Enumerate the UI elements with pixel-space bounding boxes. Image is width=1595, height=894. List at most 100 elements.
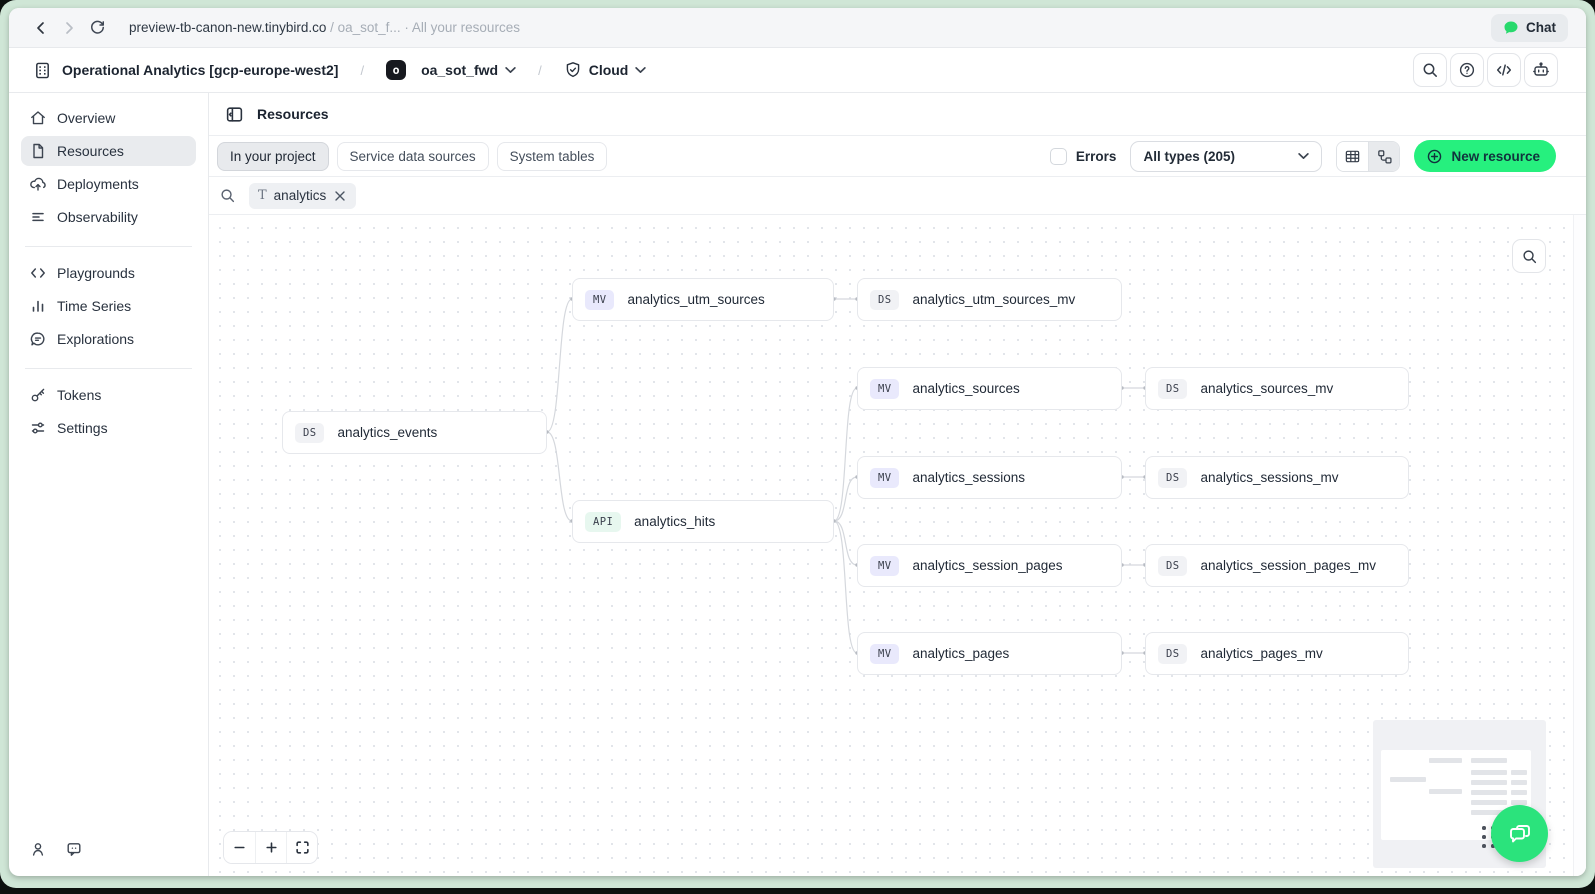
- sidebar-item-label: Settings: [57, 420, 108, 436]
- node-label: analytics_sessions: [912, 470, 1026, 485]
- graph-node[interactable]: MV analytics_session_pages: [857, 544, 1122, 587]
- home-icon: [31, 111, 45, 125]
- graph-node[interactable]: DS analytics_events: [282, 411, 547, 454]
- forward-button[interactable]: [55, 14, 83, 42]
- fit-view-button[interactable]: [286, 832, 317, 863]
- browser-bar: preview-tb-canon-new.tinybird.co / oa_so…: [9, 8, 1586, 48]
- chat-button[interactable]: Chat: [1491, 13, 1568, 42]
- sidebar-item-overview[interactable]: Overview: [21, 103, 196, 133]
- sidebar-divider: [25, 246, 192, 247]
- url-text: preview-tb-canon-new.tinybird.co / oa_so…: [129, 20, 520, 35]
- sidebar-divider: [25, 368, 192, 369]
- sidebar-item-label: Tokens: [57, 387, 102, 403]
- sidebar-item-observability[interactable]: Observability: [21, 202, 196, 232]
- graph-node[interactable]: MV analytics_sessions: [857, 456, 1122, 499]
- zoom-out-button[interactable]: [224, 832, 255, 863]
- panel-left-icon: [226, 106, 243, 122]
- code-button[interactable]: [1487, 53, 1521, 87]
- table-view-button[interactable]: [1337, 141, 1369, 171]
- sidebar-item-explorations[interactable]: Explorations: [21, 324, 196, 354]
- bot-button[interactable]: [1524, 53, 1558, 87]
- zoom-in-button[interactable]: [255, 832, 286, 863]
- remove-filter-button[interactable]: [333, 189, 347, 203]
- tab-in-your-project[interactable]: In your project: [217, 141, 329, 171]
- graph-node[interactable]: DS analytics_pages_mv: [1145, 632, 1409, 675]
- scrollbar-track[interactable]: [1573, 215, 1586, 876]
- help-button[interactable]: [1450, 53, 1484, 87]
- sidebar-item-label: Time Series: [57, 298, 132, 314]
- back-button[interactable]: [27, 14, 55, 42]
- search-filter-chip[interactable]: T analytics: [249, 182, 357, 209]
- sidebar-footer: [21, 834, 196, 866]
- collapse-sidebar-button[interactable]: [225, 105, 244, 124]
- chevron-down-icon: [1298, 153, 1310, 159]
- refresh-button[interactable]: [83, 14, 111, 42]
- graph-node[interactable]: MV analytics_sources: [857, 367, 1122, 410]
- feedback-icon: [67, 843, 81, 856]
- minimap-node: [1511, 790, 1527, 795]
- node-type-badge: MV: [870, 643, 900, 664]
- sidebar-item-label: Playgrounds: [57, 265, 135, 281]
- sidebar-item-tokens[interactable]: Tokens: [21, 380, 196, 410]
- errors-checkbox[interactable]: [1049, 147, 1067, 165]
- environment-name: Cloud: [588, 62, 629, 78]
- fullscreen-icon: [295, 841, 309, 854]
- key-icon: [31, 388, 45, 402]
- minus-icon: [234, 846, 245, 849]
- sidebar-item-label: Explorations: [57, 331, 135, 347]
- errors-filter[interactable]: Errors: [1049, 147, 1117, 165]
- type-filter-value: All types (205): [1143, 148, 1235, 164]
- text-filter-icon: T: [258, 188, 267, 203]
- graph-node[interactable]: MV analytics_pages: [857, 632, 1122, 675]
- user-button[interactable]: [29, 840, 47, 858]
- sidebar-item-time-series[interactable]: Time Series: [21, 291, 196, 321]
- graph-node[interactable]: DS analytics_sources_mv: [1145, 367, 1409, 410]
- resources-header: Resources: [209, 93, 1586, 136]
- branch-badge: o: [386, 60, 407, 80]
- sidebar-item-deployments[interactable]: Deployments: [21, 169, 196, 199]
- code-brackets-icon: [31, 268, 45, 278]
- new-resource-button[interactable]: New resource: [1414, 140, 1556, 172]
- search-icon: [221, 189, 235, 203]
- chevron-down-icon: [505, 67, 516, 73]
- close-icon: [335, 190, 345, 201]
- new-resource-label: New resource: [1451, 148, 1540, 164]
- tab-service-data-sources[interactable]: Service data sources: [336, 141, 489, 171]
- path-separator: /: [538, 62, 542, 78]
- graph-node[interactable]: DS analytics_utm_sources_mv: [857, 278, 1122, 321]
- url-path: / oa_sot_f... · All your resources: [326, 20, 520, 35]
- branch-selector[interactable]: o oa_sot_fwd: [386, 60, 516, 80]
- graph-node[interactable]: API analytics_hits: [572, 500, 834, 543]
- chat-button-label: Chat: [1526, 20, 1556, 35]
- graph-node[interactable]: MV analytics_utm_sources: [572, 278, 834, 321]
- type-filter-select[interactable]: All types (205): [1130, 140, 1323, 172]
- sidebar-item-resources[interactable]: Resources: [21, 136, 196, 166]
- tab-system-tables[interactable]: System tables: [496, 141, 608, 171]
- search-row[interactable]: T analytics: [209, 177, 1586, 215]
- cloud-upload-icon: [30, 177, 46, 191]
- graph-view-button[interactable]: [1368, 141, 1400, 171]
- graph-node[interactable]: DS analytics_sessions_mv: [1145, 456, 1409, 499]
- workspace-title[interactable]: Operational Analytics [gcp-europe-west2]: [62, 62, 338, 78]
- feedback-button[interactable]: [65, 840, 83, 858]
- main-content: Resources In your project Service data s…: [209, 93, 1586, 876]
- node-type-badge: DS: [870, 289, 900, 310]
- sidebar-item-playgrounds[interactable]: Playgrounds: [21, 258, 196, 288]
- chat-fab-button[interactable]: [1491, 805, 1548, 862]
- sidebar-item-settings[interactable]: Settings: [21, 413, 196, 443]
- errors-label: Errors: [1075, 148, 1117, 164]
- window-frame: preview-tb-canon-new.tinybird.co / oa_so…: [0, 0, 1595, 888]
- environment-selector[interactable]: Cloud: [564, 61, 647, 79]
- search-button[interactable]: [1413, 53, 1447, 87]
- minimap-node: [1429, 789, 1462, 794]
- minimap-node: [1511, 770, 1527, 775]
- canvas-search-button[interactable]: [1512, 239, 1546, 273]
- chevron-left-icon: [37, 21, 44, 34]
- node-type-badge: DS: [1158, 555, 1188, 576]
- graph-canvas[interactable]: MV analytics_utm_sources DS analytics_ut…: [209, 215, 1586, 876]
- graph-node[interactable]: DS analytics_session_pages_mv: [1145, 544, 1409, 587]
- node-type-badge: API: [585, 511, 622, 532]
- sliders-icon: [31, 422, 45, 434]
- file-icon: [33, 143, 44, 159]
- minimap-node: [1471, 780, 1507, 785]
